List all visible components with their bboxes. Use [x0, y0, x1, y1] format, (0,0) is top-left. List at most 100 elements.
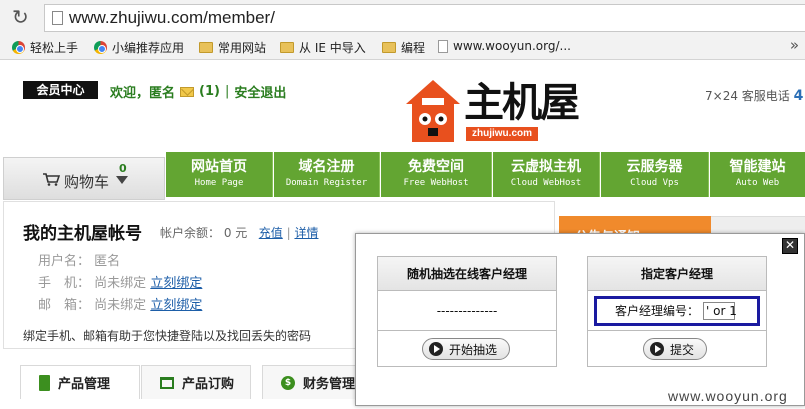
tab-label: 财务管理: [303, 377, 356, 392]
random-manager-result: --------------: [378, 291, 556, 331]
assign-manager-box: 指定客户经理 客户经理编号： ' or 1 提交: [587, 256, 767, 367]
bookmark-label: www.wooyun.org/...: [453, 39, 571, 53]
nav-domain-register[interactable]: 域名注册 Domain Register: [274, 152, 380, 197]
logo-domain: zhujiwu.com: [466, 127, 538, 141]
nav-home[interactable]: 网站首页 Home Page: [166, 152, 273, 197]
nav-label: 云虚拟主机: [511, 159, 581, 175]
account-title: 我的主机屋帐号: [23, 224, 142, 244]
nav-label: 网站首页: [191, 159, 247, 175]
button-label: 提交: [670, 342, 695, 357]
welcome-bar: 欢迎，匿名 (1) | 安全退出: [110, 82, 286, 101]
bind-email-link[interactable]: 立刻绑定: [150, 298, 202, 313]
balance-label: 帐户余额：: [160, 226, 221, 240]
manager-id-row: 客户经理编号： ' or 1: [588, 291, 766, 331]
bookmark-item[interactable]: 轻松上手: [12, 39, 78, 56]
url-text[interactable]: www.zhujiwu.com/member/: [69, 8, 275, 28]
username-label: 用户名：: [38, 254, 91, 269]
nav-label: 域名注册: [298, 159, 355, 175]
nav-label: 云服务器: [626, 159, 683, 175]
page-icon: [52, 11, 63, 25]
username-row: 用户名： 匿名: [38, 250, 120, 269]
nav-free-webhost[interactable]: 免费空间 Free WebHost: [381, 152, 492, 197]
cart-button[interactable]: 购物车 0: [3, 157, 165, 200]
manager-id-label: 客户经理编号：: [615, 304, 700, 318]
nav-sublabel: Free WebHost: [403, 178, 469, 188]
separator: |: [224, 84, 230, 99]
button-label: 开始抽选: [449, 342, 498, 357]
bind-phone-link[interactable]: 立刻绑定: [150, 276, 202, 291]
phone-label: 手 机：: [38, 276, 91, 291]
separator: |: [286, 226, 291, 240]
random-manager-title: 随机抽选在线客户经理: [378, 257, 556, 291]
folder-icon: [280, 42, 294, 53]
play-icon: [650, 342, 664, 356]
bookmarks-more-icon[interactable]: »: [790, 36, 799, 54]
phone-status: 尚未绑定: [94, 276, 147, 291]
welcome-text: 欢迎，匿名: [110, 86, 176, 101]
watermark: www.wooyun.org: [668, 388, 788, 404]
chevron-down-icon[interactable]: [116, 176, 128, 184]
nav-sublabel: Home Page: [194, 178, 244, 188]
details-link[interactable]: 详情: [294, 226, 318, 240]
cart-icon: [43, 173, 60, 186]
recharge-link[interactable]: 充值: [259, 226, 283, 240]
nav-sublabel: Cloud Vps: [630, 178, 679, 188]
chrome-icon: [12, 41, 25, 54]
logo-text: 主机屋: [464, 79, 580, 126]
money-icon: $: [281, 375, 295, 390]
page-icon: [438, 39, 448, 53]
tab-finance[interactable]: $ 财务管理: [262, 365, 362, 399]
logout-link[interactable]: 安全退出: [234, 82, 286, 101]
folder-icon: [382, 42, 396, 53]
start-draw-button[interactable]: 开始抽选: [422, 338, 511, 360]
address-bar[interactable]: www.zhujiwu.com/member/: [44, 4, 805, 32]
random-manager-box: 随机抽选在线客户经理 -------------- 开始抽选: [377, 256, 557, 367]
reload-icon[interactable]: ↻: [12, 6, 29, 28]
tab-product-manage[interactable]: 产品管理: [20, 365, 140, 399]
nav-sublabel: Cloud WebHost: [510, 178, 582, 188]
nav-sublabel: Domain Register: [285, 178, 368, 188]
bookmark-label: 从 IE 中导入: [299, 41, 366, 55]
page: ↻ www.zhujiwu.com/member/ 轻松上手 小编推荐应用 常用…: [0, 0, 805, 409]
email-row: 邮 箱： 尚未绑定 立刻绑定: [38, 294, 202, 313]
browser-toolbar: ↻ www.zhujiwu.com/member/: [0, 0, 805, 34]
nav-sublabel: Auto Web: [735, 178, 780, 188]
close-icon[interactable]: ✕: [782, 238, 798, 254]
member-center-badge[interactable]: 会员中心: [23, 81, 98, 99]
nav-cloud-vps[interactable]: 云服务器 Cloud Vps: [601, 152, 709, 197]
email-label: 邮 箱：: [38, 298, 91, 313]
nav-label: 智能建站: [729, 159, 786, 175]
service-number: 4: [793, 88, 804, 104]
bookmark-folder[interactable]: 编程: [382, 39, 425, 56]
cart-count: 0: [119, 162, 127, 175]
balance-line: 帐户余额： 0 元 充值 | 详情: [160, 224, 318, 241]
random-manager-footer: 开始抽选: [378, 331, 556, 367]
mail-count[interactable]: (1): [199, 84, 220, 99]
bookmark-label: 小编推荐应用: [112, 41, 185, 55]
play-icon: [429, 342, 443, 356]
bookmark-folder[interactable]: 从 IE 中导入: [280, 39, 366, 56]
site-logo[interactable]: 主机屋 zhujiwu.com: [404, 78, 592, 144]
submit-button[interactable]: 提交: [643, 338, 708, 360]
customer-manager-dialog: ✕ 随机抽选在线客户经理 -------------- 开始抽选 指定客户经理 …: [355, 233, 805, 406]
username-value: 匿名: [94, 254, 121, 269]
tab-label: 产品订购: [182, 377, 235, 392]
service-hotline: 7×24 客服电话 4: [705, 87, 803, 104]
tab-product-order[interactable]: 产品订购: [141, 365, 251, 399]
balance-value: 0 元: [223, 226, 248, 240]
bookmark-item[interactable]: 小编推荐应用: [94, 39, 184, 56]
bookmark-label: 轻松上手: [30, 41, 79, 55]
phone-row: 手 机： 尚未绑定 立刻绑定: [38, 272, 202, 291]
tab-label: 产品管理: [58, 377, 111, 392]
bookmark-folder[interactable]: 常用网站: [199, 39, 266, 56]
nav-label: 免费空间: [408, 159, 464, 175]
house-logo-icon: [406, 80, 460, 142]
mail-icon[interactable]: [180, 86, 195, 97]
assign-manager-footer: 提交: [588, 331, 766, 367]
nav-cloud-webhost[interactable]: 云虚拟主机 Cloud WebHost: [493, 152, 600, 197]
service-label: 7×24 客服电话: [705, 89, 790, 103]
bookmark-label: 常用网站: [218, 41, 267, 55]
bookmark-item[interactable]: www.wooyun.org/...: [438, 39, 571, 53]
nav-auto-web[interactable]: 智能建站 Auto Web: [710, 152, 805, 197]
manager-id-input[interactable]: ' or 1: [703, 302, 737, 320]
